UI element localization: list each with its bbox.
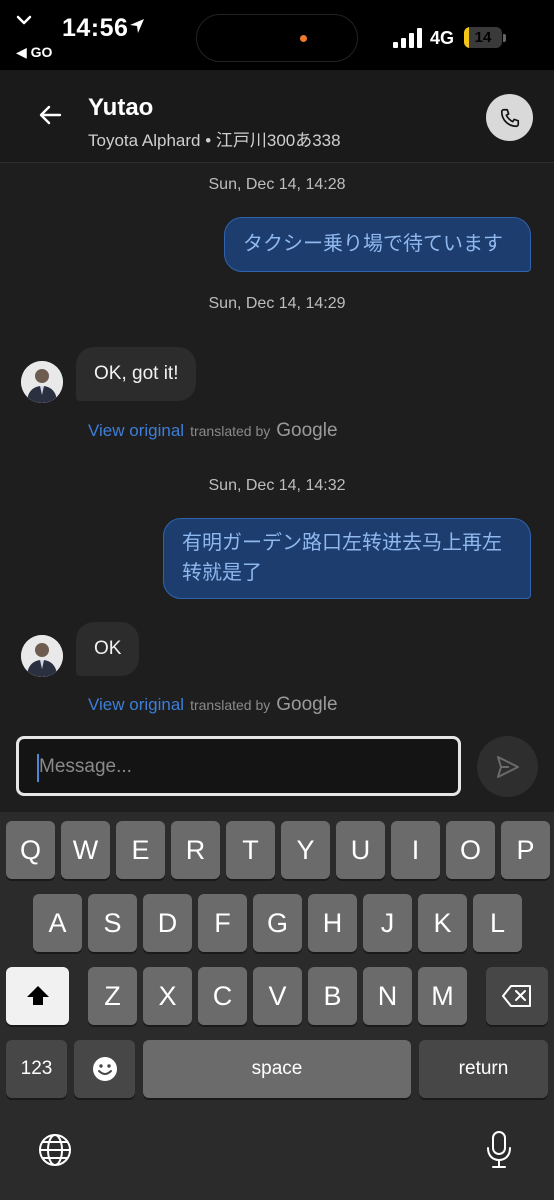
message-text-line: 有明ガーデン路口左转进去马上再左	[182, 532, 502, 554]
key-h[interactable]: H	[308, 894, 357, 952]
shift-arrow-icon	[26, 986, 49, 1005]
driver-avatar	[21, 635, 63, 677]
message-timestamp: Sun, Dec 14, 14:32	[208, 477, 346, 494]
send-button[interactable]	[477, 736, 538, 797]
key-z[interactable]: Z	[88, 967, 137, 1025]
message-text: タクシー乗り場で待ています	[243, 233, 503, 255]
key-y[interactable]: Y	[281, 821, 330, 879]
status-bar: 14:56 ◀ GO 4G 14	[0, 0, 554, 70]
numbers-key[interactable]: 123	[6, 1040, 67, 1098]
shift-key[interactable]	[6, 967, 69, 1025]
key-s[interactable]: S	[88, 894, 137, 952]
clock: 14:56	[62, 14, 129, 42]
key-x[interactable]: X	[143, 967, 192, 1025]
key-m[interactable]: M	[418, 967, 467, 1025]
key-v[interactable]: V	[253, 967, 302, 1025]
emoji-key[interactable]	[74, 1040, 135, 1098]
key-c[interactable]: C	[198, 967, 247, 1025]
cellular-signal-icon	[393, 28, 422, 48]
backspace-icon	[502, 985, 531, 1007]
google-logo: Google	[276, 694, 338, 715]
battery-level: 14	[474, 29, 492, 46]
key-n[interactable]: N	[363, 967, 412, 1025]
google-logo: Google	[276, 420, 338, 441]
back-arrow-icon[interactable]	[36, 100, 66, 130]
driver-avatar	[21, 361, 63, 403]
key-b[interactable]: B	[308, 967, 357, 1025]
outgoing-message[interactable]: 有明ガーデン路口左转进去马上再左 转就是了	[163, 518, 531, 599]
on-screen-keyboard: QWERTYUIOP ASDFGHJKL ZXCVBNM 123 space r…	[0, 812, 554, 1200]
message-timestamp: Sun, Dec 14, 14:29	[208, 295, 346, 312]
return-key[interactable]: return	[419, 1040, 548, 1098]
message-text-line: 转就是了	[182, 562, 262, 584]
key-t[interactable]: T	[226, 821, 275, 879]
key-a[interactable]: A	[33, 894, 82, 952]
send-icon	[496, 755, 519, 778]
chevron-down-icon[interactable]	[14, 12, 34, 28]
key-j[interactable]: J	[363, 894, 412, 952]
incoming-message[interactable]: OK	[76, 622, 140, 676]
location-arrow-icon	[130, 19, 144, 33]
translation-info: View original translated by Google	[88, 420, 338, 442]
translation-info: View original translated by Google	[88, 694, 338, 716]
view-original-link[interactable]: View original	[88, 421, 184, 441]
key-w[interactable]: W	[61, 821, 110, 879]
privacy-indicator-dot	[300, 35, 307, 42]
translated-by-label: translated by	[190, 423, 271, 439]
key-l[interactable]: L	[473, 894, 522, 952]
key-u[interactable]: U	[336, 821, 385, 879]
driver-name: Yutao	[88, 94, 154, 121]
back-to-app-link[interactable]: ◀ GO	[16, 44, 52, 61]
backspace-key[interactable]	[486, 967, 548, 1025]
battery-icon: 14	[464, 27, 502, 48]
globe-icon[interactable]	[37, 1132, 73, 1168]
phone-icon	[500, 108, 519, 127]
view-original-link[interactable]: View original	[88, 695, 184, 715]
key-f[interactable]: F	[198, 894, 247, 952]
incoming-message[interactable]: OK, got it!	[76, 347, 197, 401]
key-o[interactable]: O	[446, 821, 495, 879]
message-text: OK, got it!	[94, 363, 179, 384]
message-text: OK	[94, 638, 122, 659]
microphone-icon[interactable]	[484, 1130, 514, 1170]
key-q[interactable]: Q	[6, 821, 55, 879]
dynamic-island	[196, 14, 358, 62]
outgoing-message[interactable]: タクシー乗り場で待ています	[224, 217, 531, 272]
chat-header: Yutao Toyota Alphard • 江戸川300あ338	[0, 70, 554, 163]
message-timestamp: Sun, Dec 14, 14:28	[208, 176, 346, 193]
space-key[interactable]: space	[143, 1040, 411, 1098]
key-p[interactable]: P	[501, 821, 550, 879]
network-type: 4G	[430, 28, 455, 48]
key-d[interactable]: D	[143, 894, 192, 952]
message-placeholder: Message...	[39, 756, 132, 777]
key-k[interactable]: K	[418, 894, 467, 952]
key-i[interactable]: I	[391, 821, 440, 879]
battery-nub	[503, 34, 506, 42]
call-button[interactable]	[486, 94, 533, 141]
message-list[interactable]: Sun, Dec 14, 14:28 タクシー乗り場で待ています Sun, De…	[0, 163, 554, 728]
emoji-icon	[92, 1057, 117, 1081]
key-e[interactable]: E	[116, 821, 165, 879]
message-composer: Message...	[0, 728, 554, 812]
vehicle-info: Toyota Alphard • 江戸川300あ338	[88, 131, 341, 150]
key-g[interactable]: G	[253, 894, 302, 952]
key-r[interactable]: R	[171, 821, 220, 879]
message-input[interactable]: Message...	[16, 736, 461, 796]
translated-by-label: translated by	[190, 697, 271, 713]
